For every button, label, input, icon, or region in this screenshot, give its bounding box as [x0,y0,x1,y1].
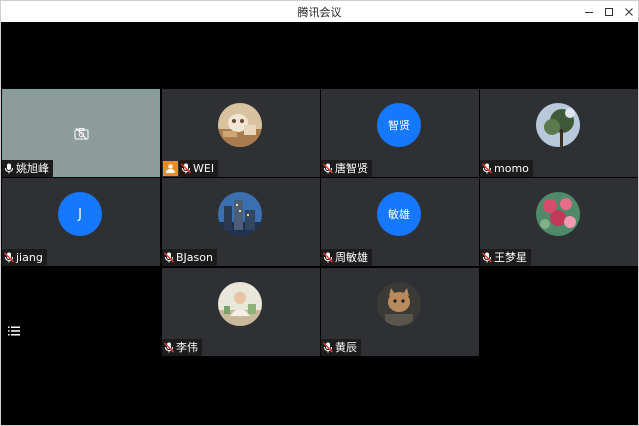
participant-name: 周敏雄 [335,251,368,264]
participant-name: 黄辰 [335,341,357,354]
microphone-muted-icon [323,252,333,263]
microphone-muted-icon [482,163,492,174]
participant-tile[interactable]: J jiang [2,178,160,266]
microphone-muted-icon [323,163,333,174]
participant-tile[interactable]: WEI [162,89,320,177]
avatar: J [58,192,102,236]
host-badge [163,161,178,176]
participant-nameplate: 周敏雄 [321,249,372,266]
participant-name: momo [494,162,529,175]
microphone-icon [5,163,13,174]
participant-nameplate: 姚旭峰 [2,160,53,177]
participant-nameplate: momo [480,160,533,177]
meeting-window: 腾讯会议 姚旭峰 WEI 智贤 唐智贤 momo J jiang BJason … [0,0,639,426]
participant-tile[interactable]: 王梦星 [480,178,638,266]
participant-nameplate: jiang [2,249,47,266]
host-icon [166,164,175,173]
avatar [218,103,262,147]
avatar-initials: 敏雄 [388,208,410,221]
maximize-button[interactable] [598,1,620,22]
microphone-muted-icon [164,342,174,353]
microphone-muted-icon [323,342,333,353]
close-button[interactable] [618,1,639,22]
title-bar[interactable]: 腾讯会议 [1,1,638,22]
participant-tile[interactable]: 黄辰 [321,268,479,356]
avatar-initials: J [78,206,82,222]
minimize-button[interactable] [578,1,600,22]
avatar [536,192,580,236]
participant-tile[interactable]: BJason [162,178,320,266]
microphone-muted-icon [181,163,191,174]
microphone-muted-icon [482,252,492,263]
participant-nameplate: BJason [162,249,217,266]
close-icon [625,7,633,16]
participant-nameplate: WEI [179,160,219,177]
participant-tile[interactable]: 敏雄 周敏雄 [321,178,479,266]
camera-off-icon [74,127,89,140]
avatar [536,103,580,147]
avatar [218,192,262,236]
participant-tile-self[interactable]: 姚旭峰 [2,89,160,177]
participant-name: jiang [16,251,43,264]
window-title: 腾讯会议 [297,6,342,19]
participant-name: 唐智贤 [335,162,368,175]
avatar [377,282,421,326]
participant-name: 李伟 [176,341,198,354]
video-grid: 姚旭峰 WEI 智贤 唐智贤 momo J jiang BJason 敏雄 周敏… [1,22,638,425]
participant-nameplate: 黄辰 [321,339,361,356]
participant-nameplate: 王梦星 [480,249,531,266]
participant-name: BJason [176,251,213,264]
avatar [218,282,262,326]
participant-name: 姚旭峰 [16,162,49,175]
minimize-icon [585,11,593,13]
participant-name: WEI [193,162,215,175]
microphone-muted-icon [164,252,174,263]
participant-tile[interactable]: 李伟 [162,268,320,356]
participant-tile[interactable]: momo [480,89,638,177]
participant-name: 王梦星 [494,251,527,264]
participant-tile[interactable]: 智贤 唐智贤 [321,89,479,177]
list-view-icon[interactable] [8,326,20,336]
microphone-muted-icon [4,252,14,263]
participant-nameplate: 唐智贤 [321,160,372,177]
avatar: 智贤 [377,103,421,147]
participant-nameplate: 李伟 [162,339,202,356]
maximize-icon [605,7,613,16]
avatar: 敏雄 [377,192,421,236]
avatar-initials: 智贤 [388,119,410,132]
